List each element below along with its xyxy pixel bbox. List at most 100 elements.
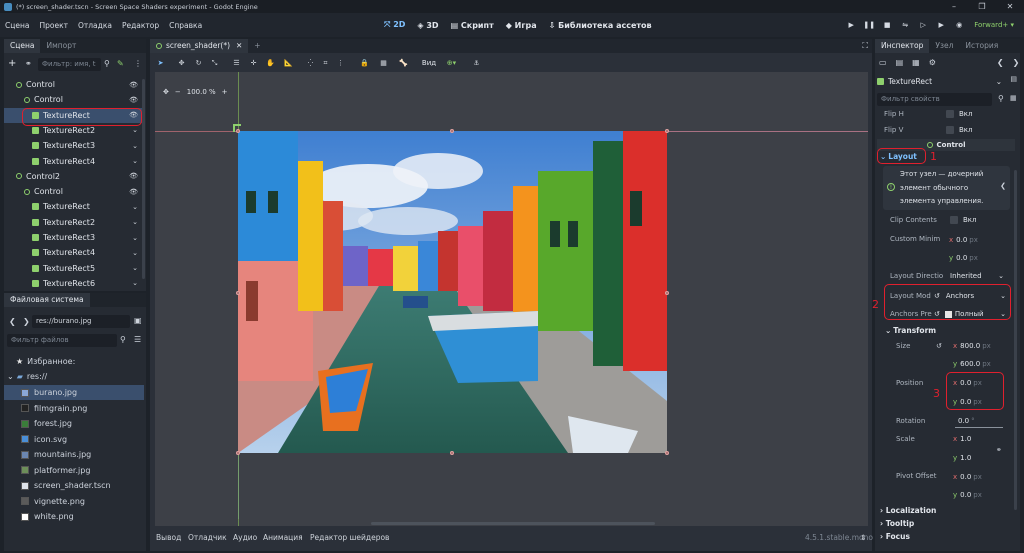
- scene-tree-item[interactable]: Control 👁: [4, 77, 142, 92]
- stop-icon[interactable]: ■: [880, 18, 894, 32]
- tab-filesystem[interactable]: Файловая система: [4, 293, 90, 307]
- flip-h-checkbox[interactable]: Вкл: [946, 110, 973, 118]
- visibility-eye-icon[interactable]: 👁: [129, 96, 138, 104]
- minimize-icon[interactable]: –: [940, 0, 968, 13]
- snap-options-icon[interactable]: ⋮: [335, 56, 346, 71]
- custom-min-x-field[interactable]: x 0.0 px: [949, 236, 978, 244]
- file-item[interactable]: vignette.png: [4, 494, 144, 509]
- zoom-out-icon[interactable]: −: [175, 88, 181, 96]
- scene-tree-item[interactable]: Control 👁: [4, 92, 142, 107]
- ruler-tool-icon[interactable]: 📐: [283, 56, 294, 71]
- chevron-down-icon[interactable]: ⌄: [132, 279, 138, 287]
- menu-editor[interactable]: Редактор: [117, 21, 164, 30]
- file-item[interactable]: filmgrain.png: [4, 401, 144, 416]
- chevron-down-icon[interactable]: ⌄: [132, 142, 138, 150]
- scene-tree-item[interactable]: Control2 👁: [4, 169, 142, 184]
- close-tab-icon[interactable]: ✕: [236, 39, 242, 53]
- chevron-down-icon[interactable]: ⌄: [132, 126, 138, 134]
- remote-debug-icon[interactable]: ⇋: [898, 18, 912, 32]
- bone-icon[interactable]: 🦴: [398, 56, 409, 71]
- new-resource-icon[interactable]: ▭: [879, 58, 887, 67]
- distraction-free-icon[interactable]: ⛶: [862, 41, 868, 51]
- tab-node[interactable]: Узел: [929, 39, 959, 53]
- link-icon[interactable]: ⚭: [25, 59, 32, 68]
- file-item[interactable]: forest.jpg: [4, 416, 144, 431]
- renderer-selector[interactable]: Forward+ ▾: [974, 21, 1014, 29]
- menu-dots-icon[interactable]: ⋮: [134, 59, 142, 68]
- scene-tree-item[interactable]: TextureRect2 ⌄: [4, 215, 142, 230]
- menu-project[interactable]: Проект: [34, 21, 73, 30]
- selected-node-field[interactable]: TextureRect ⌄: [877, 74, 1002, 88]
- scene-filter-input[interactable]: Фильтр: имя, t: [38, 58, 101, 71]
- section-tooltip[interactable]: › Tooltip: [880, 519, 914, 528]
- scale-y-field[interactable]: y 1.0: [953, 454, 971, 462]
- chevron-down-icon[interactable]: ⌄: [132, 203, 138, 211]
- history-back-icon[interactable]: ❮: [997, 58, 1004, 67]
- visibility-eye-icon[interactable]: 👁: [129, 188, 138, 196]
- menu-debug[interactable]: Отладка: [73, 21, 117, 30]
- section-localization[interactable]: › Localization: [880, 506, 936, 515]
- scene-tree-item[interactable]: Control 👁: [4, 184, 142, 199]
- help-icon[interactable]: ▤: [1010, 75, 1017, 83]
- section-focus[interactable]: › Focus: [880, 532, 910, 541]
- root-folder-row[interactable]: ⌄ ▰ res://: [7, 369, 47, 384]
- horizontal-scrollbar[interactable]: [371, 522, 655, 525]
- clip-contents-checkbox[interactable]: Вкл: [950, 216, 977, 224]
- pivot-y-field[interactable]: y 0.0 px: [953, 491, 982, 499]
- visibility-eye-icon[interactable]: 👁: [129, 172, 138, 180]
- script-icon[interactable]: ✎: [117, 59, 124, 68]
- chevron-down-icon[interactable]: ⌄: [132, 218, 138, 226]
- tools-icon[interactable]: ⚙: [929, 58, 936, 67]
- resize-handle[interactable]: [236, 451, 240, 455]
- rotate-tool-icon[interactable]: ↻: [193, 56, 204, 71]
- scene-tree-item[interactable]: TextureRect6 ⌄: [4, 276, 142, 291]
- resize-handle[interactable]: [450, 451, 454, 455]
- add-node-icon[interactable]: +: [8, 58, 16, 69]
- pause-icon[interactable]: ❚❚: [862, 18, 876, 32]
- size-y-field[interactable]: y 600.0 px: [953, 360, 991, 368]
- chevron-down-icon[interactable]: ⌄: [132, 234, 138, 242]
- file-item[interactable]: burano.jpg: [4, 385, 144, 400]
- scene-tree-item[interactable]: TextureRect5 ⌄: [4, 261, 142, 276]
- maximize-icon[interactable]: ❐: [968, 0, 996, 13]
- resize-handle[interactable]: [450, 129, 454, 133]
- transform-section-header[interactable]: ⌄ Transform: [885, 326, 936, 335]
- workspace-assetlib-button[interactable]: ⇩ Библиотека ассетов: [549, 21, 652, 30]
- save-icon[interactable]: ▦: [912, 58, 920, 67]
- chevron-down-icon[interactable]: ⌄: [132, 249, 138, 257]
- link-icon[interactable]: ↺: [936, 342, 942, 350]
- view-menu[interactable]: Вид: [419, 56, 439, 71]
- favorites-row[interactable]: ★ Избранное:: [16, 354, 75, 369]
- tab-inspector[interactable]: Инспектор: [875, 39, 930, 53]
- add-tab-button[interactable]: +: [248, 39, 266, 53]
- file-filter-input[interactable]: Фильтр файлов: [7, 334, 117, 347]
- pivot-x-field[interactable]: x 0.0 px: [953, 473, 982, 481]
- forward-arrow-icon[interactable]: ❯: [23, 317, 30, 326]
- chevron-down-icon[interactable]: ⌄: [132, 264, 138, 272]
- layout-direction-select[interactable]: Inherited ⌄: [950, 272, 1004, 280]
- file-item[interactable]: white.png: [4, 509, 144, 524]
- collapse-icon[interactable]: ❮: [1000, 182, 1006, 190]
- lock-icon[interactable]: 🔒: [359, 56, 370, 71]
- rotation-slider[interactable]: [955, 427, 1003, 428]
- rotation-field[interactable]: 0.0 °: [958, 417, 975, 425]
- workspace-3d-button[interactable]: ◈ 3D: [417, 21, 438, 30]
- load-icon[interactable]: ▤: [896, 58, 904, 67]
- file-item[interactable]: platformer.jpg: [4, 463, 144, 478]
- bottom-tab-output[interactable]: Вывод: [156, 533, 181, 542]
- scene-tree-item[interactable]: TextureRect4 ⌄: [4, 154, 142, 169]
- path-field[interactable]: res://burano.jpg: [32, 315, 130, 328]
- workspace-2d-button[interactable]: ⤧ 2D: [384, 20, 405, 30]
- play-icon[interactable]: ▶: [844, 18, 858, 32]
- resize-handle[interactable]: [665, 291, 669, 295]
- zoom-level[interactable]: 100.0 %: [187, 88, 216, 96]
- file-item[interactable]: icon.svg: [4, 432, 144, 447]
- play-custom-icon[interactable]: ▶: [934, 18, 948, 32]
- back-arrow-icon[interactable]: ❮: [9, 317, 16, 326]
- bottom-tab-animation[interactable]: Анимация: [263, 533, 303, 542]
- group-icon[interactable]: ▦: [378, 56, 389, 71]
- file-item[interactable]: mountains.jpg: [4, 447, 144, 462]
- property-filter-input[interactable]: Фильтр свойств: [877, 93, 992, 106]
- pivot-tool-icon[interactable]: ✛: [248, 56, 259, 71]
- scene-tree-item[interactable]: TextureRect3 ⌄: [4, 230, 142, 245]
